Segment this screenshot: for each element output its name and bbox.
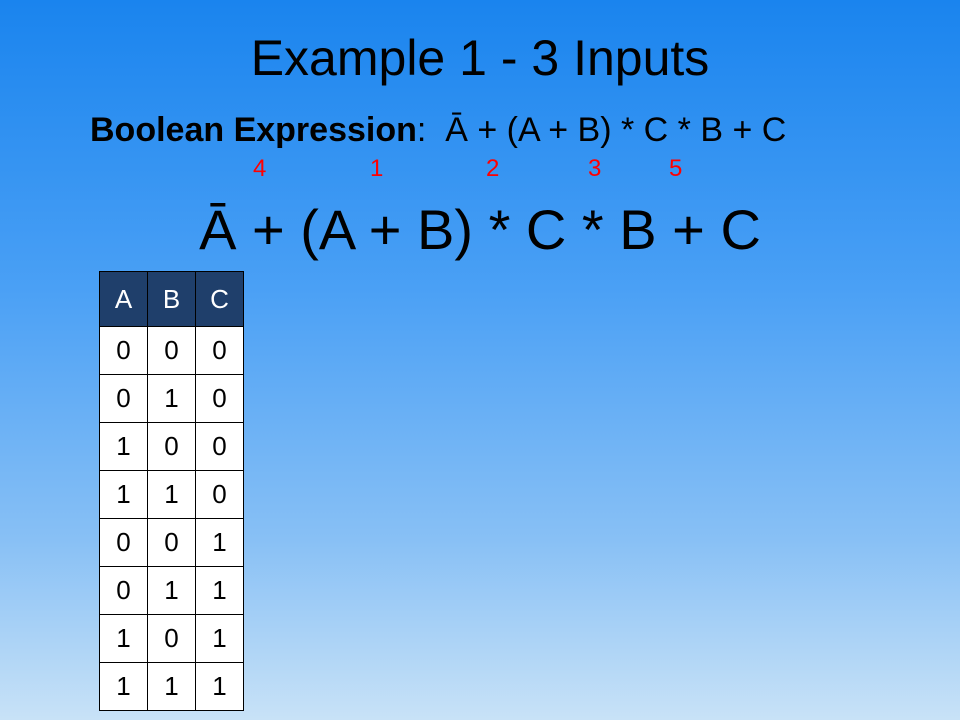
table-cell: 0 — [195, 374, 244, 423]
table-cell: 1 — [195, 566, 244, 615]
operation-order-number: 2 — [486, 155, 500, 182]
table-row: 0 0 0 — [99, 326, 244, 375]
table-cell: 1 — [99, 422, 148, 471]
table-cell: 0 — [147, 518, 196, 567]
table-cell: 1 — [147, 662, 196, 711]
table-row: 0 1 0 — [99, 374, 244, 423]
table-cell: 0 — [99, 518, 148, 567]
table-cell: 1 — [195, 662, 244, 711]
table-cell: 1 — [195, 518, 244, 567]
operation-order-number: 1 — [370, 155, 384, 182]
header-a: A — [99, 271, 148, 327]
boolean-expression-line: Boolean Expression: Ā + (A + B) * C * B … — [90, 108, 786, 152]
expression-label: Boolean Expression — [90, 111, 417, 149]
expression-colon: : — [416, 111, 427, 149]
table-cell: 1 — [195, 614, 244, 663]
expression-text: Ā + (A + B) * C * B + C — [445, 111, 787, 149]
table-cell: 0 — [99, 326, 148, 375]
table-cell: 0 — [147, 422, 196, 471]
table-row: 1 0 1 — [99, 614, 244, 663]
table-cell: 0 — [99, 374, 148, 423]
table-cell: 0 — [147, 614, 196, 663]
large-expression: Ā + (A + B) * C * B + C — [199, 198, 761, 261]
table-cell: 0 — [195, 422, 244, 471]
table-cell: 1 — [147, 374, 196, 423]
table-cell: 0 — [195, 326, 244, 375]
header-b: B — [147, 271, 196, 327]
table-cell: 1 — [147, 470, 196, 519]
table-cell: 0 — [195, 470, 244, 519]
table-row: 0 1 1 — [99, 566, 244, 615]
table-row: 1 1 0 — [99, 470, 244, 519]
table-cell: 1 — [99, 470, 148, 519]
operation-order-number: 3 — [588, 155, 602, 182]
truth-table: A B C 0 0 0 0 1 0 1 0 0 1 1 0 0 0 1 0 1 … — [99, 271, 244, 711]
table-row: 0 0 1 — [99, 518, 244, 567]
operation-order-number: 5 — [669, 155, 683, 182]
table-cell: 0 — [99, 566, 148, 615]
table-cell: 1 — [99, 614, 148, 663]
table-cell: 1 — [147, 566, 196, 615]
table-header-row: A B C — [99, 271, 244, 327]
table-cell: 0 — [147, 326, 196, 375]
table-row: 1 1 1 — [99, 662, 244, 711]
table-row: 1 0 0 — [99, 422, 244, 471]
operation-order-number: 4 — [253, 155, 267, 182]
header-c: C — [195, 271, 244, 327]
slide-title: Example 1 - 3 Inputs — [250, 30, 710, 86]
table-cell: 1 — [99, 662, 148, 711]
